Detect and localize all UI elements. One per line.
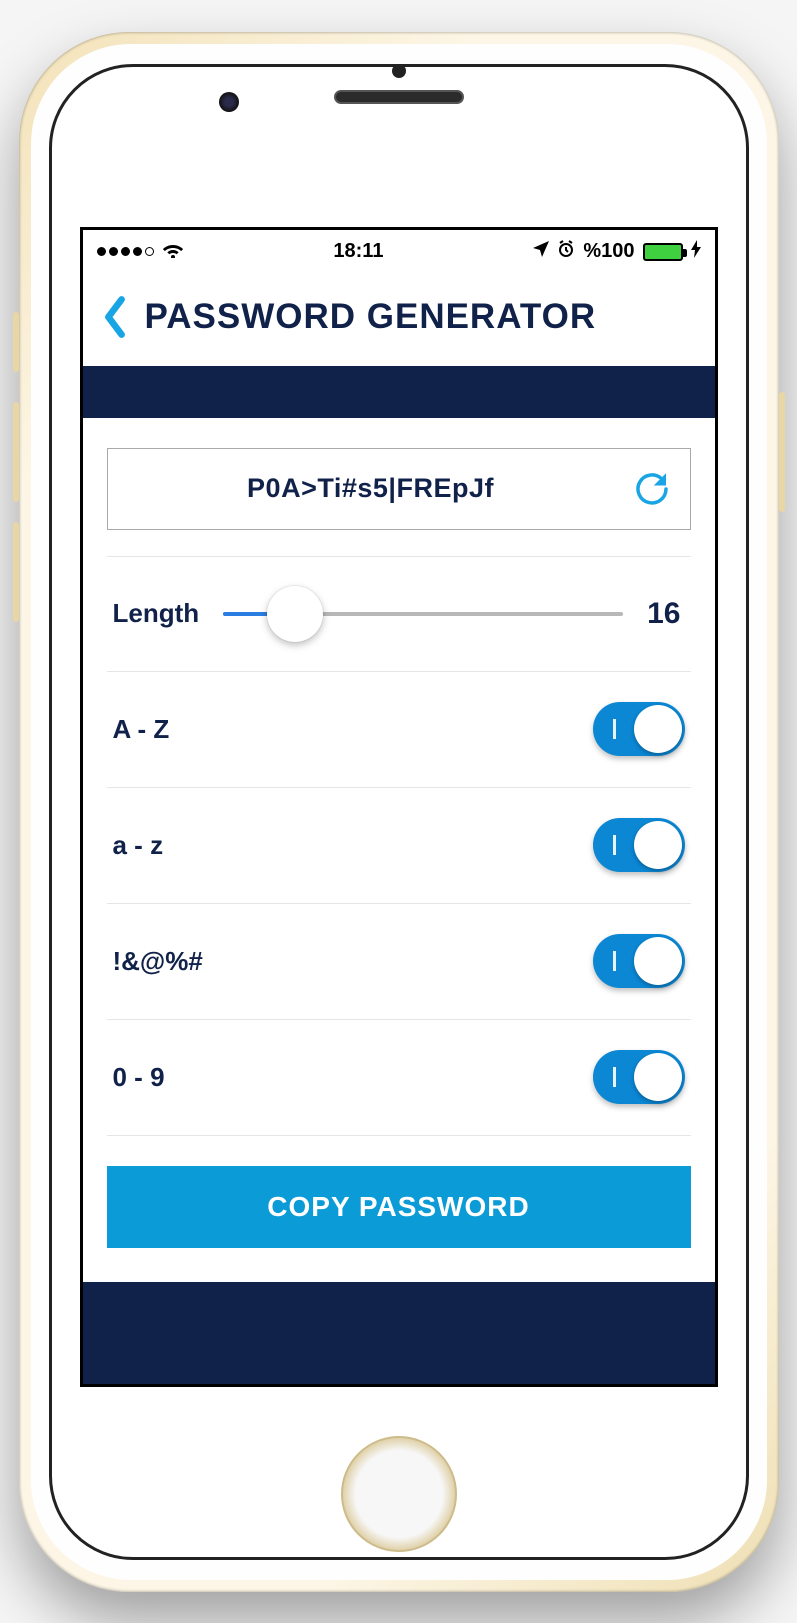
length-label: Length bbox=[113, 598, 200, 629]
power-button bbox=[779, 392, 785, 512]
header-divider bbox=[83, 366, 715, 418]
battery-icon bbox=[643, 243, 683, 261]
location-icon bbox=[533, 240, 549, 263]
length-value: 16 bbox=[647, 597, 684, 631]
signal-strength-icon bbox=[97, 247, 154, 256]
screen: 18:11 %100 bbox=[80, 227, 718, 1387]
volume-down-button bbox=[13, 522, 19, 622]
charging-icon bbox=[691, 240, 701, 263]
proximity-sensor bbox=[392, 64, 406, 78]
front-camera bbox=[219, 92, 239, 112]
uppercase-toggle[interactable] bbox=[593, 702, 685, 756]
digits-label: 0 - 9 bbox=[113, 1062, 165, 1093]
volume-up-button bbox=[13, 402, 19, 502]
length-row: Length 16 bbox=[107, 556, 691, 672]
digits-toggle[interactable] bbox=[593, 1050, 685, 1104]
generated-password-box: P0A>Ti#s5|FREpJf bbox=[107, 448, 691, 530]
copy-password-button[interactable]: COPY PASSWORD bbox=[107, 1166, 691, 1248]
lowercase-row: a - z bbox=[107, 788, 691, 904]
status-time: 18:11 bbox=[333, 240, 383, 263]
page-title: PASSWORD GENERATOR bbox=[145, 297, 597, 337]
home-button[interactable] bbox=[341, 1436, 457, 1552]
alarm-icon bbox=[557, 240, 575, 264]
status-bar: 18:11 %100 bbox=[83, 230, 715, 274]
wifi-icon bbox=[162, 240, 184, 263]
length-slider[interactable] bbox=[223, 592, 623, 636]
symbols-row: !&@%# bbox=[107, 904, 691, 1020]
generated-password-text: P0A>Ti#s5|FREpJf bbox=[124, 473, 618, 504]
symbols-label: !&@%# bbox=[113, 946, 203, 977]
slider-thumb[interactable] bbox=[267, 586, 323, 642]
uppercase-label: A - Z bbox=[113, 714, 170, 745]
phone-frame: 18:11 %100 bbox=[19, 32, 779, 1592]
mute-switch bbox=[13, 312, 19, 372]
back-button[interactable] bbox=[95, 292, 135, 342]
footer-area bbox=[83, 1282, 715, 1384]
regenerate-button[interactable] bbox=[630, 467, 674, 511]
earpiece-speaker bbox=[334, 90, 464, 104]
battery-percent: %100 bbox=[583, 240, 634, 263]
symbols-toggle[interactable] bbox=[593, 934, 685, 988]
content-area: P0A>Ti#s5|FREpJf Length bbox=[83, 418, 715, 1248]
uppercase-row: A - Z bbox=[107, 672, 691, 788]
digits-row: 0 - 9 bbox=[107, 1020, 691, 1136]
nav-header: PASSWORD GENERATOR bbox=[83, 274, 715, 366]
lowercase-toggle[interactable] bbox=[593, 818, 685, 872]
lowercase-label: a - z bbox=[113, 830, 164, 861]
